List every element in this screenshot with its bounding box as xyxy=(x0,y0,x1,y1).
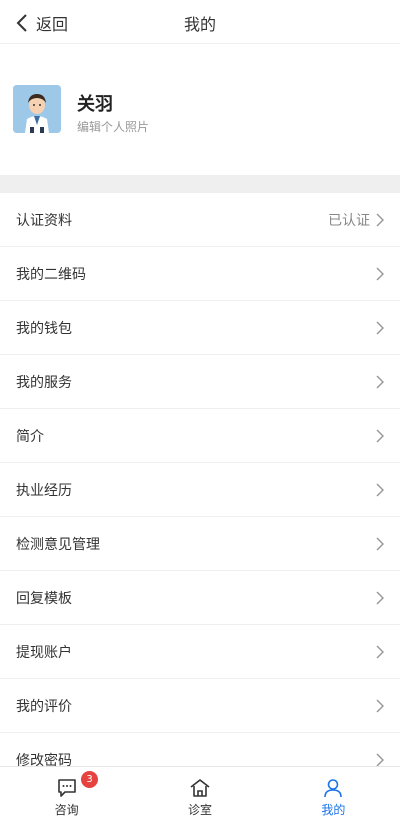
menu-item-services[interactable]: 我的服务 xyxy=(0,355,400,409)
menu-item-label: 我的服务 xyxy=(16,374,72,391)
user-icon xyxy=(324,779,343,798)
edit-photo-link[interactable]: 编辑个人照片 xyxy=(77,118,149,135)
chevron-right-icon xyxy=(376,482,384,497)
menu-item-experience[interactable]: 执业经历 xyxy=(0,463,400,517)
page-title: 我的 xyxy=(183,15,216,34)
menu-item-reply-templates[interactable]: 回复模板 xyxy=(0,571,400,625)
menu-item-test-opinions[interactable]: 检测意见管理 xyxy=(0,517,400,571)
top-nav-bar: 返回 我的 xyxy=(0,0,400,44)
menu-item-withdraw-account[interactable]: 提现账户 xyxy=(0,625,400,679)
menu-item-qrcode[interactable]: 我的二维码 xyxy=(0,247,400,301)
settings-menu: 认证资料 已认证 我的二维码 我的钱包 我的服务 简介 执业经历 检测意见管理 … xyxy=(0,193,400,787)
section-divider xyxy=(0,175,400,193)
menu-item-label: 认证资料 xyxy=(16,212,72,229)
chevron-right-icon xyxy=(376,320,384,335)
menu-item-label: 我的评价 xyxy=(16,698,72,715)
home-icon xyxy=(190,779,210,797)
menu-item-wallet[interactable]: 我的钱包 xyxy=(0,301,400,355)
chevron-right-icon xyxy=(376,428,384,443)
certification-status: 已认证 xyxy=(328,212,370,229)
chevron-right-icon xyxy=(376,698,384,713)
tab-label: 我的 xyxy=(321,803,346,817)
menu-item-label: 回复模板 xyxy=(16,590,72,607)
tab-mine[interactable]: 我的 xyxy=(267,767,400,821)
profile-card: 关羽 编辑个人照片 xyxy=(0,44,400,175)
doctor-name: 关羽 xyxy=(77,94,113,115)
chevron-right-icon xyxy=(376,212,384,227)
avatar[interactable] xyxy=(13,85,61,133)
tab-label: 咨询 xyxy=(54,803,79,817)
chevron-right-icon xyxy=(376,644,384,659)
menu-item-label: 检测意见管理 xyxy=(16,536,100,553)
bottom-tab-bar: 咨询 3 诊室 我的 xyxy=(0,766,400,821)
chevron-right-icon xyxy=(376,590,384,605)
menu-item-label: 简介 xyxy=(16,428,44,445)
menu-item-label: 我的钱包 xyxy=(16,320,72,337)
menu-item-label: 我的二维码 xyxy=(16,266,86,283)
chevron-right-icon xyxy=(376,266,384,281)
menu-item-intro[interactable]: 简介 xyxy=(0,409,400,463)
menu-item-label: 提现账户 xyxy=(16,644,72,661)
doctor-avatar-icon xyxy=(13,85,61,133)
chevron-right-icon xyxy=(376,374,384,389)
menu-item-label: 执业经历 xyxy=(16,482,72,499)
chevron-right-icon xyxy=(376,752,384,767)
chevron-right-icon xyxy=(376,536,384,551)
tab-label: 诊室 xyxy=(187,803,212,817)
menu-item-certification[interactable]: 认证资料 已认证 xyxy=(0,193,400,247)
chat-icon xyxy=(57,779,76,797)
menu-item-reviews[interactable]: 我的评价 xyxy=(0,679,400,733)
unread-badge: 3 xyxy=(81,771,98,788)
tab-clinic[interactable]: 诊室 xyxy=(133,767,266,821)
tab-consult[interactable]: 咨询 3 xyxy=(0,767,133,821)
